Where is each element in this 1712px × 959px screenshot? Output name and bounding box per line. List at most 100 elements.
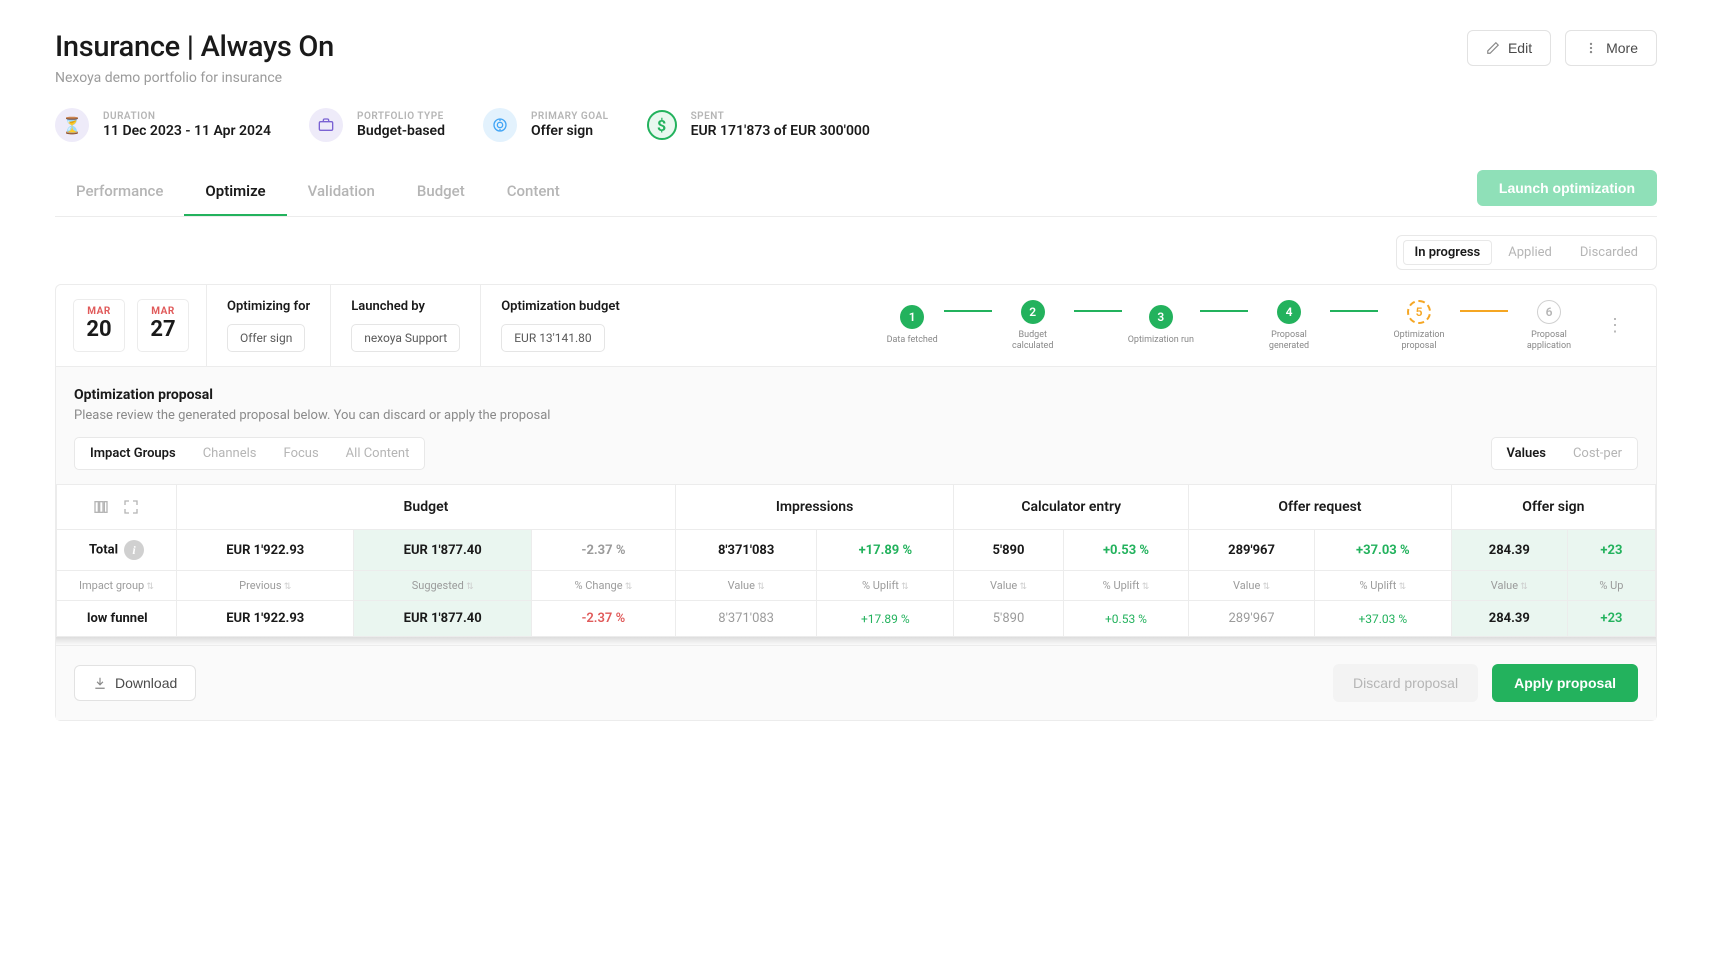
duration-value: 11 Dec 2023 - 11 Apr 2024 [103, 123, 271, 139]
tab-validation[interactable]: Validation [287, 168, 396, 216]
spent-value: EUR 171'873 of EUR 300'000 [691, 123, 870, 139]
tab-optimize[interactable]: Optimize [184, 168, 286, 216]
sub-req-value[interactable]: Value [1189, 571, 1315, 601]
download-button[interactable]: Download [74, 665, 196, 701]
target-icon [483, 108, 517, 142]
row-req-value: 289'967 [1189, 601, 1315, 637]
row-imp-uplift: +17.89 % [817, 601, 954, 637]
table-row[interactable]: low funnel EUR 1'922.93 EUR 1'877.40 -2.… [57, 601, 1656, 637]
edit-label: Edit [1508, 40, 1532, 56]
dots-vertical-icon [1584, 41, 1598, 55]
row-imp-value: 8'371'083 [675, 601, 817, 637]
col-offer-request: Offer request [1189, 485, 1452, 530]
end-date: MAR 27 [137, 299, 189, 352]
edit-button[interactable]: Edit [1467, 30, 1551, 66]
col-offer-sign: Offer sign [1451, 485, 1655, 530]
row-change: -2.37 % [531, 601, 675, 637]
row-sign-value: 284.39 [1451, 601, 1567, 637]
sub-sign-value[interactable]: Value [1451, 571, 1567, 601]
optimization-budget-label: Optimization budget [501, 299, 620, 314]
download-label: Download [115, 675, 177, 691]
total-calc-value: 5'890 [954, 530, 1064, 571]
sub-calc-value[interactable]: Value [954, 571, 1064, 601]
step-1-label: Data fetched [887, 335, 938, 346]
end-month: MAR [148, 306, 178, 317]
tab-content[interactable]: Content [486, 168, 581, 216]
columns-icon[interactable] [93, 499, 109, 515]
step-4-circle: 4 [1277, 300, 1301, 324]
col-impressions: Impressions [675, 485, 953, 530]
progress-steps: 1Data fetched 2Budget calculated 3Optimi… [640, 285, 1656, 366]
view-focus[interactable]: Focus [272, 441, 331, 466]
row-suggested: EUR 1'877.40 [354, 601, 531, 637]
col-calculator-entry: Calculator entry [954, 485, 1189, 530]
row-req-uplift: +37.03 % [1314, 601, 1451, 637]
tab-performance[interactable]: Performance [55, 168, 184, 216]
page-subtitle: Nexoya demo portfolio for insurance [55, 70, 334, 86]
meta-row: ⏳ DURATION 11 Dec 2023 - 11 Apr 2024 POR… [55, 108, 1657, 142]
sub-imp-value[interactable]: Value [675, 571, 817, 601]
more-button[interactable]: More [1565, 30, 1657, 66]
total-req-uplift: +37.03 % [1314, 530, 1451, 571]
sub-calc-uplift[interactable]: % Uplift [1063, 571, 1188, 601]
optimization-budget-value: EUR 13'141.80 [501, 324, 604, 352]
more-label: More [1606, 40, 1638, 56]
view-impact-groups[interactable]: Impact Groups [78, 441, 188, 466]
col-budget: Budget [177, 485, 676, 530]
view-all-content[interactable]: All Content [334, 441, 422, 466]
download-icon [93, 676, 107, 690]
step-5-circle: 5 [1407, 300, 1431, 324]
step-4-label: Proposal generated [1254, 330, 1324, 352]
table-total-row: Totali EUR 1'922.93 EUR 1'877.40 -2.37 %… [57, 530, 1656, 571]
row-calc-value: 5'890 [954, 601, 1064, 637]
total-sign-uplift: +23 [1567, 530, 1655, 571]
table-subhead-row: Impact group Previous Suggested % Change… [57, 571, 1656, 601]
status-in-progress[interactable]: In progress [1403, 240, 1493, 265]
step-6-circle: 6 [1537, 300, 1561, 324]
primary-goal-label: PRIMARY GOAL [531, 111, 609, 122]
sub-req-uplift[interactable]: % Uplift [1314, 571, 1451, 601]
total-calc-uplift: +0.53 % [1063, 530, 1188, 571]
step-1-circle: 1 [900, 305, 924, 329]
sub-change[interactable]: % Change [531, 571, 675, 601]
launched-by-value: nexoya Support [351, 324, 460, 352]
proposal-title: Optimization proposal [74, 387, 1638, 403]
view-channels[interactable]: Channels [191, 441, 269, 466]
apply-proposal-button[interactable]: Apply proposal [1492, 664, 1638, 702]
expand-icon[interactable] [123, 499, 139, 515]
start-month: MAR [84, 306, 114, 317]
row-calc-uplift: +0.53 % [1063, 601, 1188, 637]
start-day: 20 [84, 317, 114, 342]
row-sign-uplift: +23 [1567, 601, 1655, 637]
sub-imp-uplift[interactable]: % Uplift [817, 571, 954, 601]
step-6-label: Proposal application [1514, 330, 1584, 352]
status-applied[interactable]: Applied [1496, 240, 1564, 265]
launch-optimization-button[interactable]: Launch optimization [1477, 170, 1657, 206]
sub-previous[interactable]: Previous [177, 571, 354, 601]
view-cost-per[interactable]: Cost-per [1561, 441, 1634, 466]
launched-by-label: Launched by [351, 299, 460, 314]
view-values[interactable]: Values [1495, 441, 1558, 466]
duration-label: DURATION [103, 111, 271, 122]
sub-sign-up[interactable]: % Up [1567, 571, 1655, 601]
step-2-label: Budget calculated [998, 330, 1068, 352]
start-date: MAR 20 [73, 299, 125, 352]
steps-more-icon[interactable]: ⋮ [1598, 315, 1632, 336]
optimizing-for-value: Offer sign [227, 324, 305, 352]
total-suggested: EUR 1'877.40 [354, 530, 531, 571]
dollar-icon: $ [647, 110, 677, 140]
info-icon[interactable]: i [124, 540, 144, 560]
total-req-value: 289'967 [1189, 530, 1315, 571]
portfolio-type-value: Budget-based [357, 123, 445, 139]
tab-budget[interactable]: Budget [396, 168, 486, 216]
sub-suggested[interactable]: Suggested [354, 571, 531, 601]
page-title: Insurance | Always On [55, 30, 334, 64]
pencil-icon [1486, 41, 1500, 55]
proposal-description: Please review the generated proposal bel… [74, 408, 1638, 423]
total-sign-value: 284.39 [1451, 530, 1567, 571]
status-discarded[interactable]: Discarded [1568, 240, 1650, 265]
sub-impact-group[interactable]: Impact group [57, 571, 177, 601]
discard-proposal-button[interactable]: Discard proposal [1333, 664, 1478, 702]
briefcase-icon [309, 108, 343, 142]
total-label: Total [89, 543, 118, 558]
